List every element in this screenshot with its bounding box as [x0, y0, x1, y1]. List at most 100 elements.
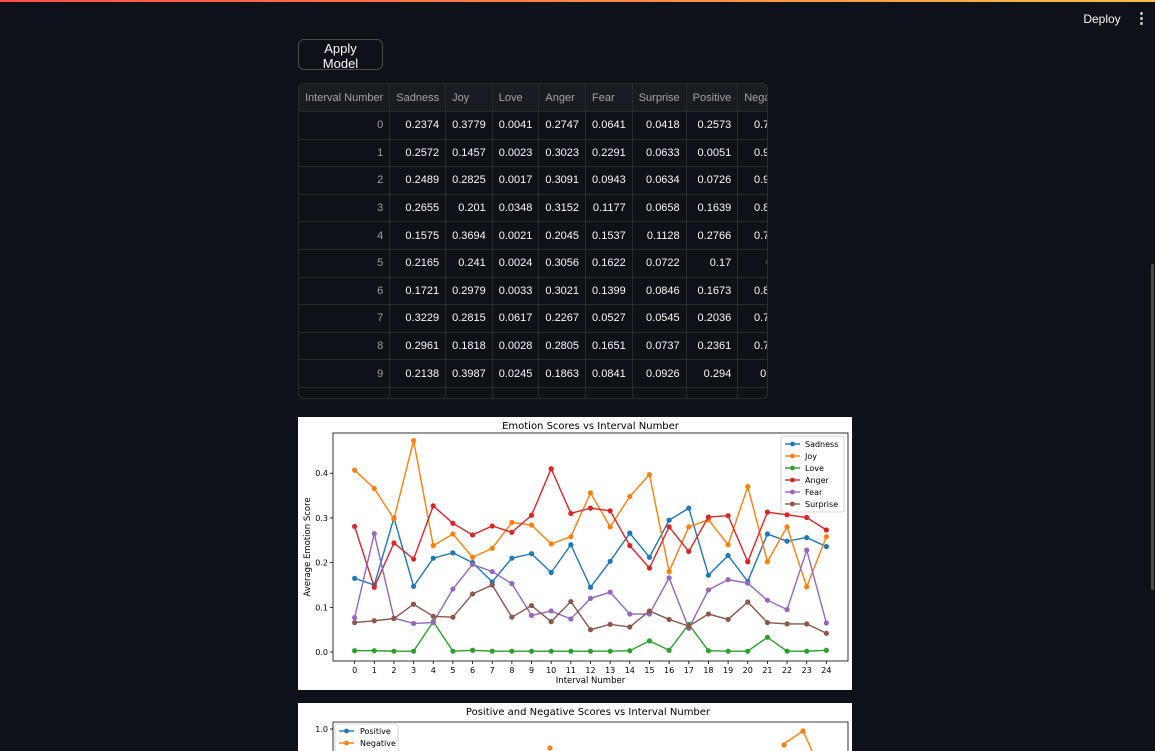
table-cell[interactable]: 0.7639: [737, 332, 767, 361]
table-cell[interactable]: 0.2747: [538, 111, 587, 140]
apply-model-button[interactable]: Apply Model: [298, 39, 383, 71]
table-cell[interactable]: 0.1639: [686, 194, 739, 223]
table-cell[interactable]: 0.2291: [585, 139, 633, 168]
table-cell[interactable]: 0.7234: [737, 221, 767, 250]
row-index-cell[interactable]: 8: [299, 332, 391, 361]
table-cell[interactable]: 0.2961: [389, 332, 447, 361]
column-header[interactable]: Fear: [585, 84, 633, 112]
table-cell[interactable]: 0.0658: [632, 194, 687, 223]
table-cell[interactable]: 0.3987: [445, 359, 493, 388]
row-index-cell[interactable]: 7: [299, 304, 391, 333]
table-cell[interactable]: 0.1537: [585, 221, 633, 250]
table-cell[interactable]: 0.1863: [538, 359, 587, 388]
table-cell[interactable]: 0.0527: [585, 304, 633, 333]
table-cell[interactable]: 0.3023: [538, 139, 587, 168]
table-cell[interactable]: 0.0633: [632, 139, 687, 168]
row-index-cell[interactable]: 3: [299, 194, 391, 223]
table-cell[interactable]: 0.241: [445, 249, 493, 278]
table-cell[interactable]: 0.17: [686, 249, 739, 278]
table-cell[interactable]: 0.1399: [585, 277, 633, 306]
table-cell[interactable]: 0.2815: [445, 304, 493, 333]
table-cell[interactable]: 0.0418: [632, 111, 687, 140]
table-cell[interactable]: 0.7964: [737, 304, 767, 333]
column-header[interactable]: Surprise: [632, 84, 687, 112]
table-cell[interactable]: 0.0024: [492, 249, 540, 278]
table-cell[interactable]: 0.2138: [389, 359, 447, 388]
row-index-cell[interactable]: 4: [299, 221, 391, 250]
table-cell[interactable]: 0.294: [686, 359, 739, 388]
table-cell[interactable]: 0.1177: [585, 194, 633, 223]
table-cell[interactable]: 0.0017: [492, 166, 540, 195]
table-cell[interactable]: 0.0245: [492, 359, 540, 388]
table-cell[interactable]: 0.2489: [389, 166, 447, 195]
table-cell[interactable]: 0.2825: [445, 166, 493, 195]
table-cell[interactable]: 0.2361: [686, 332, 739, 361]
column-header[interactable]: Anger: [538, 84, 587, 112]
table-cell[interactable]: 0.2572: [389, 139, 447, 168]
table-cell[interactable]: 0.3779: [445, 111, 493, 140]
column-header[interactable]: Negative: [737, 84, 767, 112]
table-cell[interactable]: 0.0028: [492, 332, 540, 361]
table-cell[interactable]: 0.0841: [585, 359, 633, 388]
table-cell[interactable]: 0.2036: [686, 304, 739, 333]
table-cell[interactable]: 0.1721: [389, 277, 447, 306]
row-index-cell[interactable]: 6: [299, 277, 391, 306]
table-cell[interactable]: 0.0634: [632, 166, 687, 195]
table-cell[interactable]: 0.3021: [538, 277, 587, 306]
row-index-cell[interactable]: 0: [299, 111, 391, 140]
table-cell[interactable]: 0.0737: [632, 332, 687, 361]
table-cell[interactable]: 0.0641: [585, 111, 633, 140]
table-cell[interactable]: 0.0846: [632, 277, 687, 306]
table-cell[interactable]: 0.2805: [538, 332, 587, 361]
main-menu-button[interactable]: ⋮: [1134, 9, 1149, 29]
row-index-cell[interactable]: 1: [299, 139, 391, 168]
table-cell[interactable]: 0.1457: [445, 139, 493, 168]
table-cell[interactable]: 0.0348: [492, 194, 540, 223]
table-cell[interactable]: 0.0926: [632, 359, 687, 388]
table-cell[interactable]: 0.0023: [492, 139, 540, 168]
table-cell[interactable]: 0.0722: [632, 249, 687, 278]
table-cell[interactable]: 0.83: [737, 249, 767, 278]
table-cell[interactable]: 0.0051: [686, 139, 739, 168]
table-cell[interactable]: 0.3056: [538, 249, 587, 278]
column-header[interactable]: Sadness: [389, 84, 447, 112]
table-cell[interactable]: 0.2655: [389, 194, 447, 223]
table-cell[interactable]: 0.2766: [686, 221, 739, 250]
table-cell[interactable]: 0.0021: [492, 221, 540, 250]
table-cell[interactable]: 0.2165: [389, 249, 447, 278]
table-cell[interactable]: 0.0033: [492, 277, 540, 306]
table-cell[interactable]: 0.1622: [585, 249, 633, 278]
table-cell[interactable]: 0.0943: [585, 166, 633, 195]
table-cell[interactable]: 0.2573: [686, 111, 739, 140]
table-cell[interactable]: 0.7427: [737, 111, 767, 140]
column-header[interactable]: Joy: [445, 84, 493, 112]
table-cell[interactable]: 0.1673: [686, 277, 739, 306]
table-cell[interactable]: 0.1651: [585, 332, 633, 361]
results-dataframe[interactable]: Interval Number Sadness Joy Love Anger Fear Su…: [298, 83, 768, 399]
table-cell[interactable]: 0.2045: [538, 221, 587, 250]
column-header[interactable]: Love: [492, 84, 540, 112]
table-cell[interactable]: 0.2374: [389, 111, 447, 140]
column-header[interactable]: Interval Number: [299, 84, 391, 112]
table-cell[interactable]: 0.1575: [389, 221, 447, 250]
table-cell[interactable]: 0.0545: [632, 304, 687, 333]
table-cell[interactable]: 0.706: [737, 359, 767, 388]
table-cell[interactable]: 0.0726: [686, 166, 739, 195]
table-cell[interactable]: 0.8361: [737, 194, 767, 223]
table-cell[interactable]: 0.1818: [445, 332, 493, 361]
table-cell[interactable]: 0.3152: [538, 194, 587, 223]
row-index-cell[interactable]: 2: [299, 166, 391, 195]
table-cell[interactable]: 0.9274: [737, 166, 767, 195]
column-header[interactable]: Positive: [686, 84, 739, 112]
page-scrollbar[interactable]: [1151, 264, 1154, 590]
table-cell[interactable]: 0.8327: [737, 277, 767, 306]
table-cell[interactable]: 0.0041: [492, 111, 540, 140]
table-cell[interactable]: 0.3694: [445, 221, 493, 250]
deploy-button[interactable]: Deploy: [1076, 9, 1128, 29]
table-cell[interactable]: 0.0617: [492, 304, 540, 333]
table-cell[interactable]: 0.3091: [538, 166, 587, 195]
table-cell[interactable]: 0.2979: [445, 277, 493, 306]
table-cell[interactable]: 0.1128: [632, 221, 687, 250]
table-cell[interactable]: 0.201: [445, 194, 493, 223]
table-cell[interactable]: 0.9949: [737, 139, 767, 168]
